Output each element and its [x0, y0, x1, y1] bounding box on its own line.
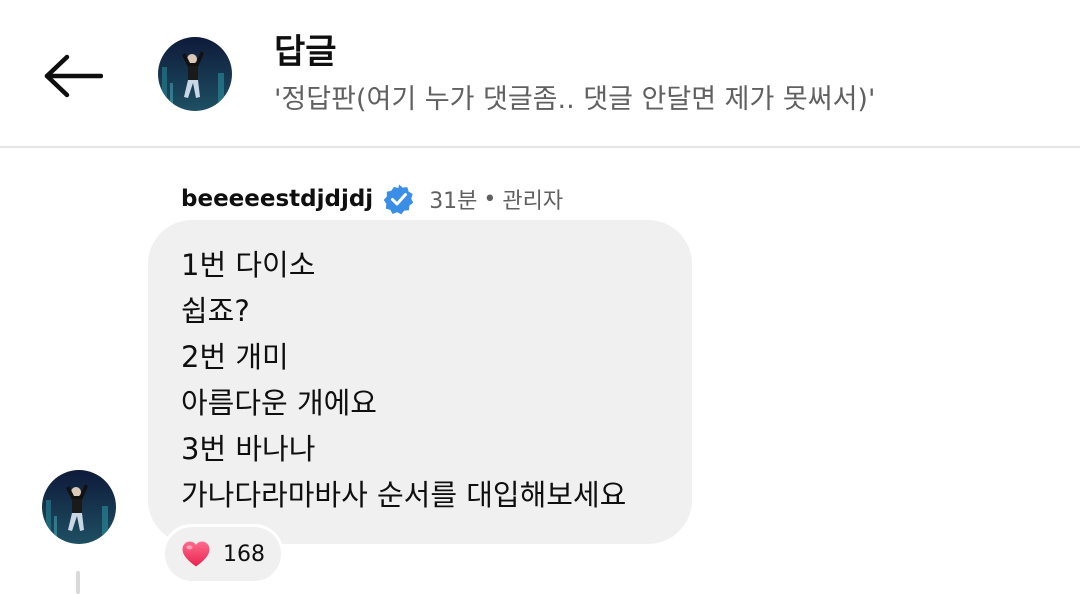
- page-title: 답글: [274, 32, 337, 72]
- post-title-subtitle: '정답판(여기 누가 댓글좀.. 댓글 안달면 제가 못써서)': [274, 84, 876, 115]
- reaction-count: 168: [223, 541, 265, 567]
- verified-check-icon: [383, 183, 415, 215]
- comment-line: 3번 바나나: [181, 432, 316, 466]
- comment-line: 쉽죠?: [181, 294, 250, 328]
- comment-author-name[interactable]: beeeeestdjdjdj: [181, 186, 373, 212]
- comment-header: beeeeestdjdjdj 31분 • 관리자: [181, 180, 563, 218]
- channel-avatar[interactable]: [158, 37, 232, 111]
- thread-line: [76, 571, 80, 594]
- comment-author-avatar[interactable]: [42, 470, 116, 544]
- comment-line: 1번 다이소: [181, 248, 316, 282]
- heart-icon: [181, 540, 211, 568]
- comment-author-role: 관리자: [502, 189, 564, 214]
- back-button[interactable]: [38, 46, 108, 106]
- reaction-chip[interactable]: 168: [162, 524, 284, 584]
- arrow-left-icon: [44, 54, 103, 98]
- reply-screen: 답글 '정답판(여기 누가 댓글좀.. 댓글 안달면 제가 못써서)' beee…: [0, 0, 1080, 594]
- comment-line: 가나다라마바사 순서를 대입해보세요: [181, 478, 627, 512]
- comment-line: 아름다운 개에요: [181, 386, 377, 420]
- comment-line: 2번 개미: [181, 340, 289, 374]
- app-header: 답글 '정답판(여기 누가 댓글좀.. 댓글 안달면 제가 못써서)': [0, 0, 1080, 148]
- comment-bubble[interactable]: 1번 다이소 쉽죠? 2번 개미 아름다운 개에요 3번 바나나 가나다라마바사…: [148, 220, 692, 544]
- comment-timestamp: 31분: [429, 189, 478, 214]
- meta-separator: •: [483, 186, 497, 212]
